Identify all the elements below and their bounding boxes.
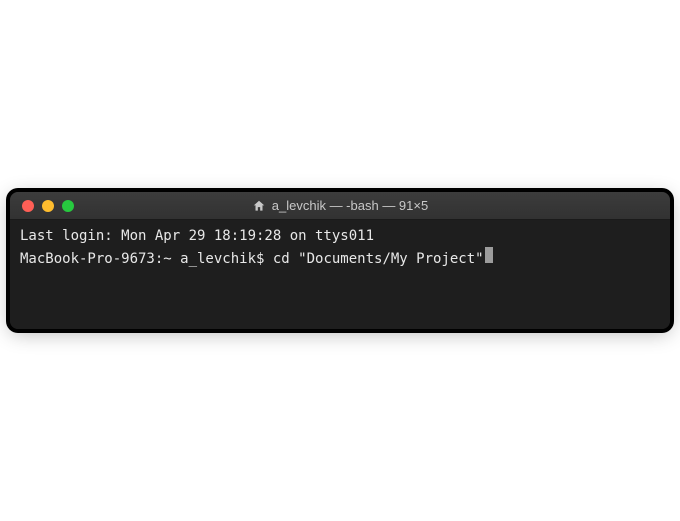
traffic-lights bbox=[10, 200, 74, 212]
terminal-body[interactable]: Last login: Mon Apr 29 18:19:28 on ttys0… bbox=[10, 220, 670, 329]
zoom-button[interactable] bbox=[62, 200, 74, 212]
typed-command: cd "Documents/My Project" bbox=[273, 249, 484, 269]
prompt-line: MacBook-Pro-9673:~ a_levchik$ cd "Docume… bbox=[20, 247, 660, 269]
terminal-window: a_levchik — -bash — 91×5 Last login: Mon… bbox=[10, 192, 670, 329]
window-title-group: a_levchik — -bash — 91×5 bbox=[10, 198, 670, 213]
titlebar[interactable]: a_levchik — -bash — 91×5 bbox=[10, 192, 670, 220]
minimize-button[interactable] bbox=[42, 200, 54, 212]
close-button[interactable] bbox=[22, 200, 34, 212]
home-icon bbox=[252, 199, 266, 213]
last-login-line: Last login: Mon Apr 29 18:19:28 on ttys0… bbox=[20, 226, 660, 246]
shell-prompt: MacBook-Pro-9673:~ a_levchik$ bbox=[20, 249, 273, 269]
cursor bbox=[485, 247, 493, 263]
window-title: a_levchik — -bash — 91×5 bbox=[272, 198, 428, 213]
